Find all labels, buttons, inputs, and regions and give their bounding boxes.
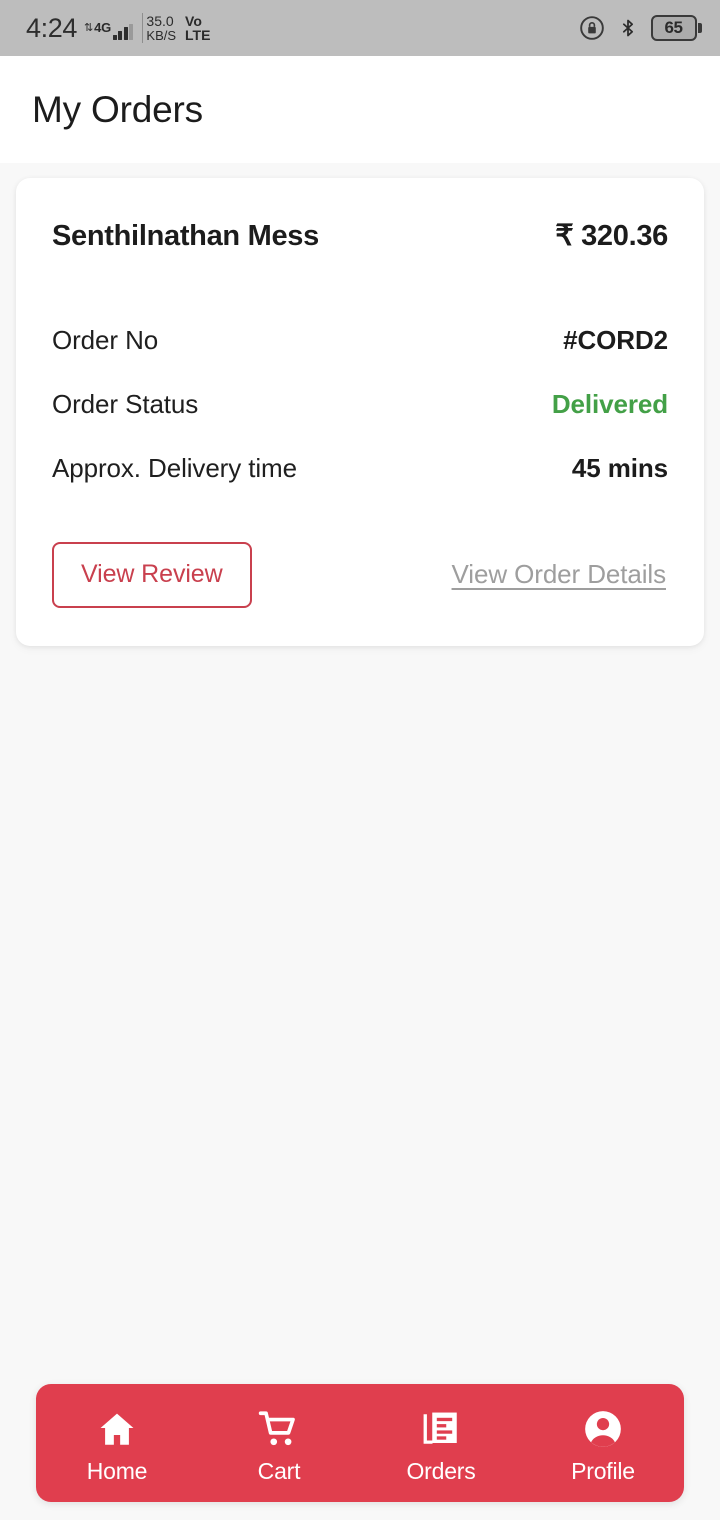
status-bar-right: 65	[579, 15, 702, 41]
orders-icon	[419, 1407, 463, 1451]
nav-label-cart: Cart	[257, 1458, 301, 1484]
battery-icon: 65	[650, 15, 702, 41]
status-bar-left: 4:24 ⇅ 4G 35.0 KB/S Vo LTE	[26, 13, 210, 44]
nav-item-profile[interactable]: Profile	[528, 1384, 678, 1502]
bottom-nav: Home Cart Orders Profile	[36, 1384, 684, 1502]
view-order-details-link[interactable]: View Order Details	[452, 559, 668, 590]
delivery-time-row: Approx. Delivery time 45 mins	[52, 453, 668, 484]
signal-indicator: ⇅ 4G	[83, 13, 134, 43]
network-type-label: 4G	[94, 20, 111, 35]
status-bar: 4:24 ⇅ 4G 35.0 KB/S Vo LTE 65	[0, 0, 720, 56]
app-header: My Orders	[0, 56, 720, 163]
cart-icon	[257, 1407, 301, 1451]
volte-line-1: Vo	[185, 12, 202, 29]
order-card[interactable]: Senthilnathan Mess ₹ 320.36 Order No #CO…	[16, 178, 704, 646]
nav-label-orders: Orders	[406, 1458, 476, 1484]
view-review-button[interactable]: View Review	[52, 542, 252, 608]
profile-icon	[581, 1407, 625, 1451]
order-amount: ₹ 320.36	[555, 220, 668, 252]
nav-label-home: Home	[86, 1458, 148, 1484]
order-no-row: Order No #CORD2	[52, 325, 668, 356]
data-speed-value: 35.0	[146, 13, 174, 30]
order-status-row: Order Status Delivered	[52, 389, 668, 420]
shop-name: Senthilnathan Mess	[52, 220, 319, 252]
page-title: My Orders	[32, 88, 203, 130]
nav-item-home[interactable]: Home	[42, 1384, 192, 1502]
signal-bars-icon	[112, 24, 134, 40]
orders-list: Senthilnathan Mess ₹ 320.36 Order No #CO…	[0, 163, 720, 1384]
home-icon	[95, 1407, 139, 1451]
app-root: 4:24 ⇅ 4G 35.0 KB/S Vo LTE 65 My Orders …	[0, 0, 720, 1520]
nav-item-orders[interactable]: Orders	[366, 1384, 516, 1502]
data-transfer-arrows-icon: ⇅	[83, 22, 93, 34]
status-clock: 4:24	[26, 12, 77, 43]
delivery-time-value: 45 mins	[571, 453, 668, 483]
nav-item-cart[interactable]: Cart	[204, 1384, 354, 1502]
order-no-label: Order No	[52, 325, 159, 355]
bluetooth-icon	[618, 15, 638, 41]
order-status-label: Order Status	[52, 389, 199, 419]
nav-label-profile: Profile	[571, 1458, 635, 1484]
data-speed-indicator: 35.0 KB/S	[142, 13, 176, 43]
volte-indicator: Vo LTE	[185, 12, 211, 43]
bottom-nav-container: Home Cart Orders Profile	[0, 1384, 720, 1520]
order-card-actions: View Review View Order Details	[52, 542, 668, 608]
rotation-lock-icon	[579, 15, 605, 41]
status-badge: Delivered	[551, 389, 668, 419]
order-no-value: #CORD2	[563, 325, 668, 355]
battery-percent-label: 65	[664, 18, 683, 37]
volte-line-2: LTE	[185, 27, 211, 43]
order-card-header: Senthilnathan Mess ₹ 320.36	[52, 218, 668, 253]
data-speed-unit: KB/S	[146, 27, 177, 43]
delivery-time-label: Approx. Delivery time	[52, 453, 297, 483]
